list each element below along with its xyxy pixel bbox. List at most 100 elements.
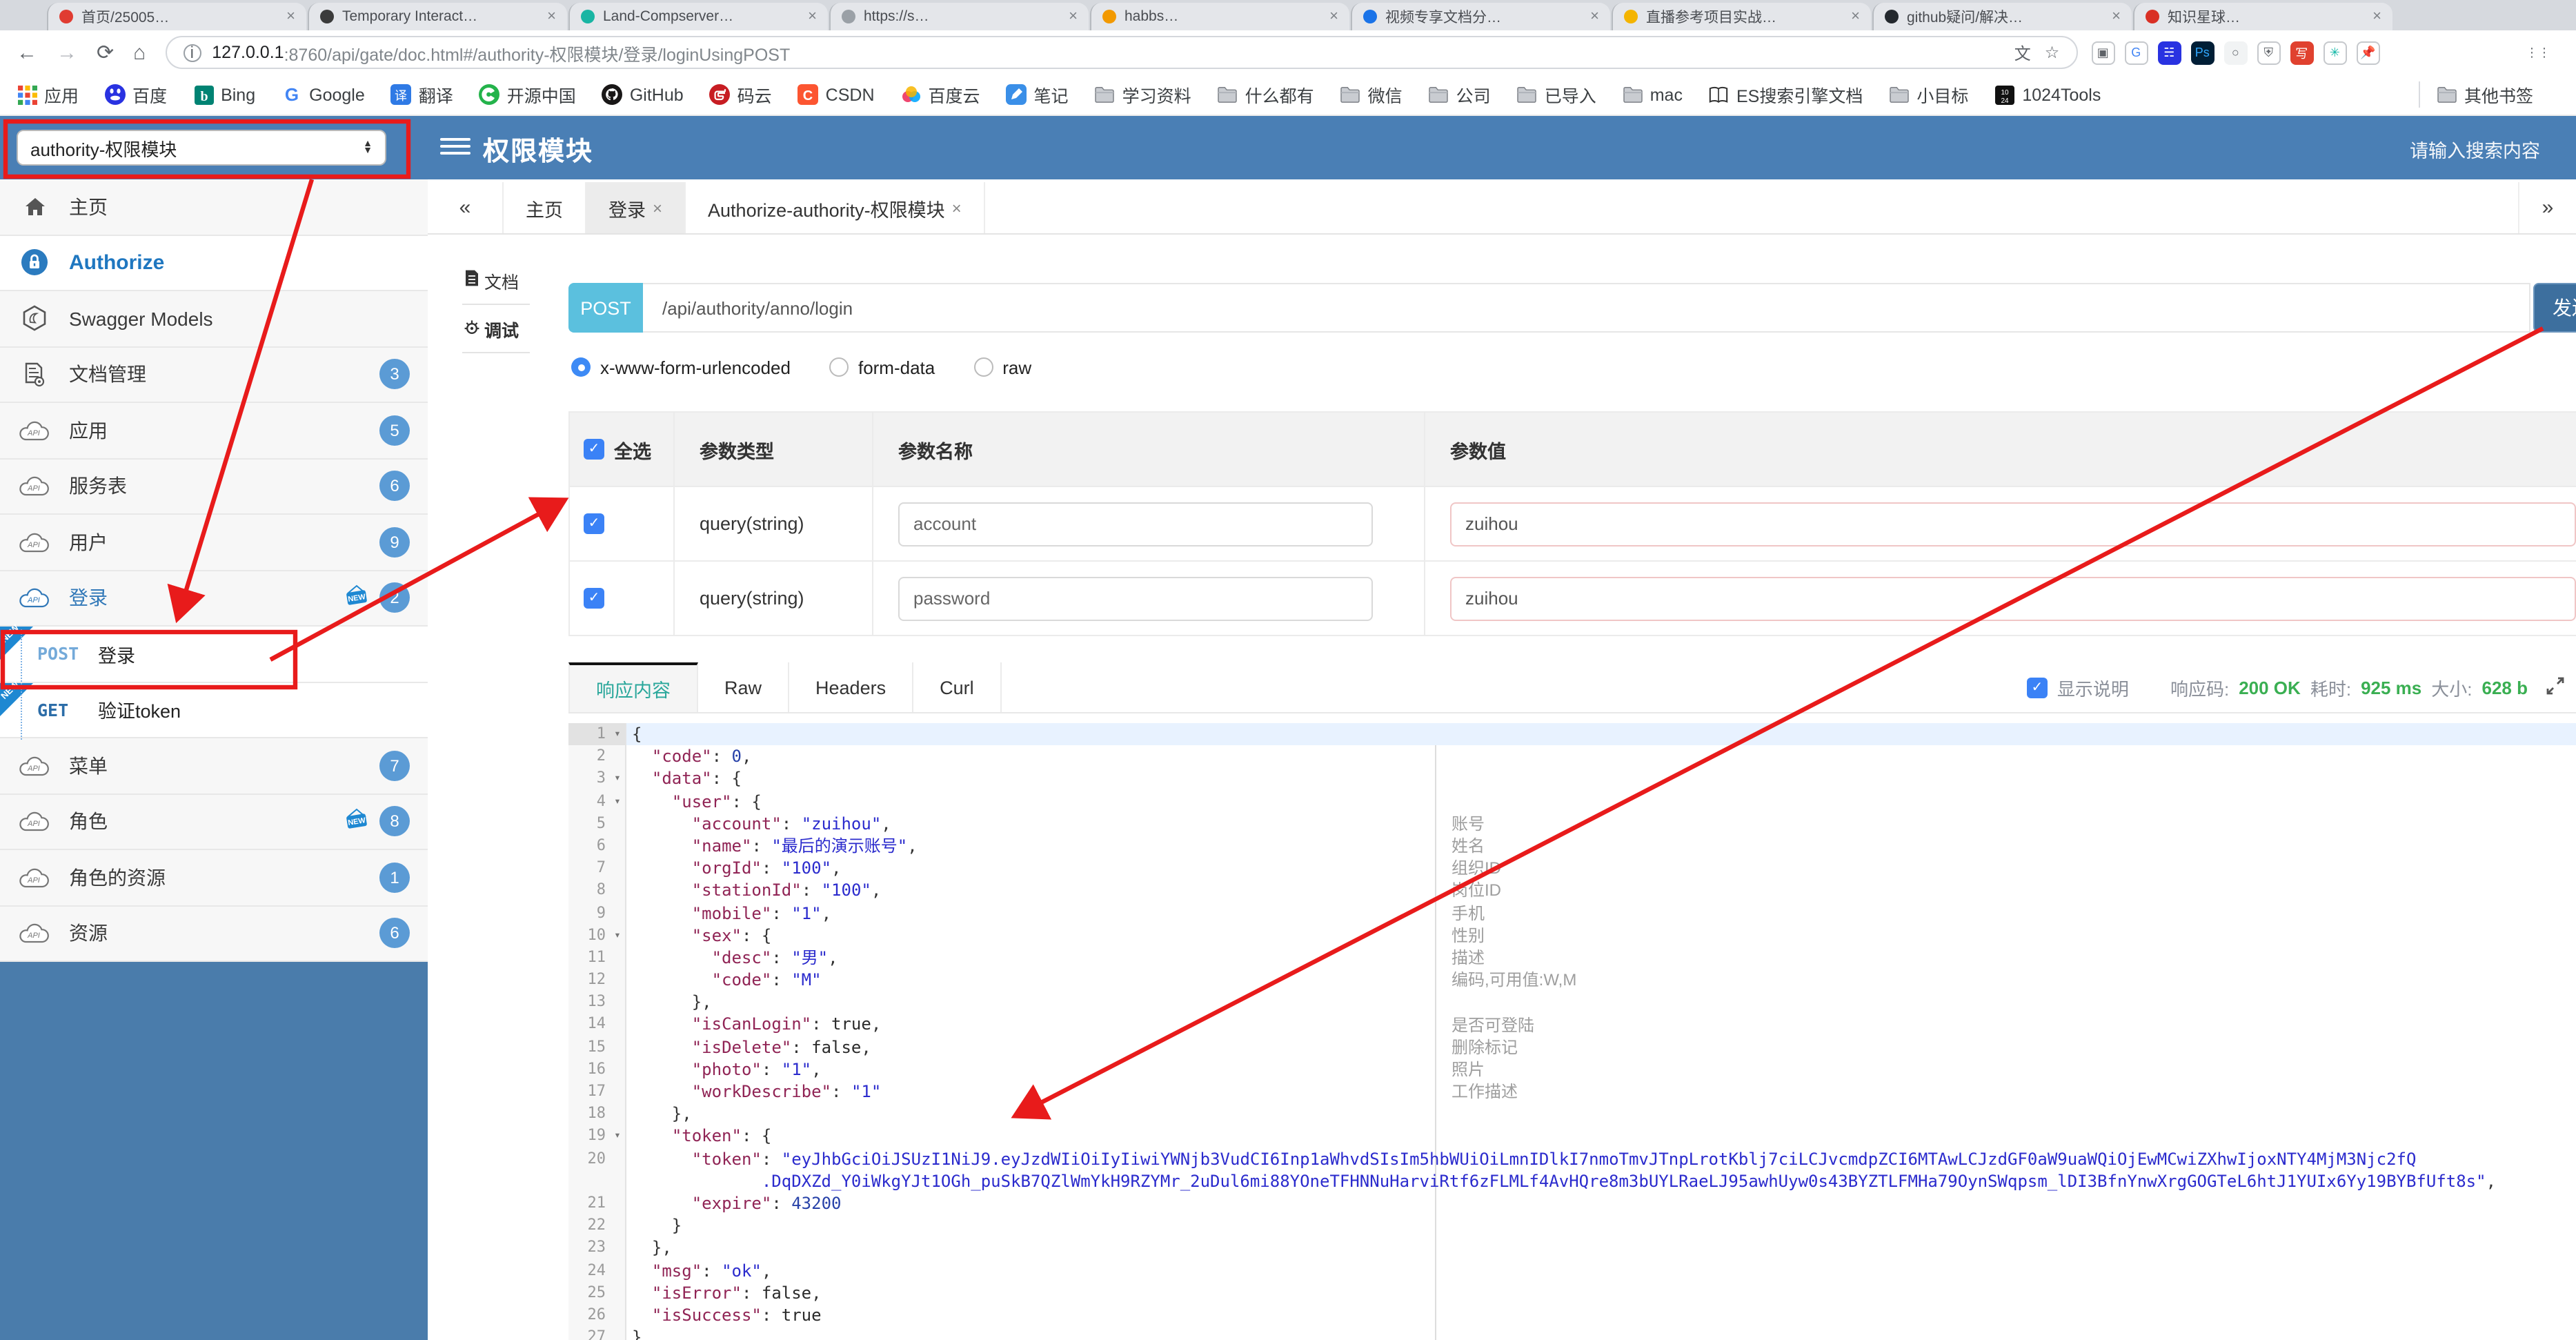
request-path-input[interactable]: /api/authority/anno/login <box>643 283 2530 333</box>
content-tab[interactable]: Authorize-authority-权限模块 × <box>686 182 985 233</box>
browser-tab[interactable]: github疑问/解决… × <box>1872 3 2132 30</box>
param-name-input[interactable] <box>898 502 1373 546</box>
bookmark-item[interactable]: 公司 <box>1429 81 1491 108</box>
fold-toggle-icon[interactable]: ▾ <box>610 767 626 791</box>
sidebar-item-用户[interactable]: API 用户 9 <box>0 515 428 571</box>
hanzi-badge-icon[interactable]: 写 <box>2290 41 2314 64</box>
tab-close-icon[interactable]: × <box>1069 8 1078 25</box>
browser-tab[interactable]: Temporary Interact… × <box>308 3 567 30</box>
photoshop-icon[interactable]: Ps <box>2190 41 2215 64</box>
bookmark-item[interactable]: 10 24 1024Tools <box>1994 84 2101 105</box>
teal-asterisk-icon[interactable]: ✳ <box>2323 41 2347 64</box>
bookmark-star-icon[interactable]: ☆ <box>2045 43 2060 62</box>
home-icon[interactable]: ⌂ <box>133 41 146 64</box>
sidebar-item-authorize[interactable]: Authorize <box>0 235 428 291</box>
bookmark-item[interactable]: 百度 <box>105 81 167 108</box>
sidebar-item-角色的资源[interactable]: API 角色的资源 1 <box>0 850 428 906</box>
param-value-input[interactable] <box>1450 502 2576 546</box>
fold-toggle-icon[interactable]: ▾ <box>610 790 626 813</box>
radio-unchecked-icon[interactable] <box>829 357 849 377</box>
browser-tab[interactable]: habbs… × <box>1090 3 1349 30</box>
module-select[interactable]: authority-权限模块 ▲ ▼ <box>17 130 386 166</box>
apps-grid-icon[interactable]: ⋮⋮ <box>2526 41 2550 64</box>
tab-close-icon[interactable]: × <box>547 8 556 25</box>
tab-close-icon[interactable]: × <box>1329 8 1338 25</box>
sidebar-item-swagger-models[interactable]: Swagger Models <box>0 291 428 347</box>
tab-doc[interactable]: 文档 <box>462 257 530 305</box>
bookmark-item[interactable]: 开源中国 <box>479 81 576 108</box>
content-type-option[interactable]: form-data <box>829 357 935 377</box>
bookmark-item[interactable]: 译翻译 <box>390 81 453 108</box>
bookmark-item[interactable]: 已导入 <box>1517 81 1596 108</box>
content-tab[interactable]: 登录 × <box>586 182 686 233</box>
bookmark-item[interactable]: 什么都有 <box>1218 81 1314 108</box>
tab-close-icon[interactable]: × <box>286 8 295 25</box>
send-button[interactable]: 发送 <box>2533 283 2576 333</box>
fullscreen-icon[interactable] <box>2546 676 2565 699</box>
bookmark-item[interactable]: 应用 <box>17 81 79 108</box>
sidebar-item-登录[interactable]: API 登录 NEW 2 <box>0 571 428 627</box>
page-info-icon[interactable]: i <box>183 43 201 61</box>
browser-tab[interactable]: 知识星球… × <box>2133 3 2392 30</box>
bookmark-item[interactable]: GitHub <box>602 84 684 105</box>
bookmark-item[interactable]: 码云 <box>709 81 772 108</box>
tab-close-icon[interactable]: × <box>653 198 662 217</box>
tab-close-icon[interactable]: × <box>808 8 817 25</box>
bookmark-item[interactable]: C CSDN <box>797 84 875 105</box>
tab-debug[interactable]: 调试 <box>462 305 530 353</box>
expand-tabs-icon[interactable]: » <box>2518 182 2576 233</box>
browser-tab[interactable]: https://s… × <box>829 3 1089 30</box>
radio-checked-icon[interactable] <box>571 357 591 377</box>
browser-tab[interactable]: 直播参考项目实战… × <box>1612 3 1871 30</box>
bookmark-item[interactable]: 微信 <box>1340 81 1403 108</box>
baidu-paw-icon[interactable]: ☵ <box>2157 41 2181 64</box>
sidebar-item-主页[interactable]: 主页 <box>0 179 428 235</box>
back-icon[interactable]: ← <box>17 41 37 64</box>
fold-toggle-icon[interactable]: ▾ <box>610 1125 626 1148</box>
translate-icon[interactable]: 文 <box>2014 41 2031 64</box>
other-bookmarks[interactable]: 其他书签 <box>2418 81 2533 108</box>
bookmark-item[interactable]: b Bing <box>193 84 255 105</box>
forward-icon[interactable]: → <box>57 41 77 64</box>
bookmark-item[interactable]: 学习资料 <box>1095 81 1191 108</box>
response-tab-curl[interactable]: Curl <box>913 662 1002 712</box>
sidebar-item-菜单[interactable]: API 菜单 7 <box>0 738 428 794</box>
response-tab-响应内容[interactable]: 响应内容 <box>568 662 698 712</box>
sidebar-item-角色[interactable]: API 角色 NEW 8 <box>0 794 428 850</box>
tab-close-icon[interactable]: × <box>1590 8 1599 25</box>
sidebar-item-应用[interactable]: API 应用 5 <box>0 403 428 459</box>
circle-icon[interactable]: ○ <box>2223 41 2248 64</box>
tab-close-icon[interactable]: × <box>2112 8 2121 25</box>
response-tab-raw[interactable]: Raw <box>698 662 790 712</box>
screenshot-icon[interactable]: ▣ <box>2091 41 2115 64</box>
browser-tab[interactable]: 视频专享文档分… × <box>1351 3 1610 30</box>
collapse-sidebar-icon[interactable]: « <box>428 182 502 233</box>
red-pin-icon[interactable]: 📌 <box>2356 41 2380 64</box>
tab-close-icon[interactable]: × <box>952 198 962 217</box>
content-type-option[interactable]: x-www-form-urlencoded <box>571 357 791 377</box>
response-tab-headers[interactable]: Headers <box>789 662 914 712</box>
google-icon[interactable]: G <box>2124 41 2148 64</box>
checkbox-checked-icon[interactable]: ✓ <box>584 439 604 460</box>
content-tab[interactable]: 主页 <box>502 182 586 233</box>
reload-icon[interactable]: ⟳ <box>97 40 114 65</box>
sidebar-endpoint-get[interactable]: NEW GET 验证token <box>0 679 428 738</box>
url-bar[interactable]: i 127.0.0.1 :8760/api/gate/doc.html#/aut… <box>165 36 2078 69</box>
fold-toggle-icon[interactable]: ▾ <box>610 723 626 746</box>
sidebar-item-文档管理[interactable]: 文档管理 3 <box>0 347 428 403</box>
checkbox-checked-icon[interactable]: ✓ <box>584 588 604 609</box>
bookmark-item[interactable]: mac <box>1623 84 1683 105</box>
bookmark-item[interactable]: 笔记 <box>1006 81 1069 108</box>
bookmark-item[interactable]: 小目标 <box>1889 81 1968 108</box>
bookmark-item[interactable]: G Google <box>281 84 365 105</box>
bookmark-item[interactable]: ES搜索引擎文档 <box>1709 81 1863 108</box>
checkbox-checked-icon[interactable]: ✓ <box>2026 677 2048 698</box>
tab-close-icon[interactable]: × <box>1851 8 1860 25</box>
radio-unchecked-icon[interactable] <box>973 357 993 377</box>
sidebar-endpoint-post[interactable]: NEW POST 登录 <box>0 623 428 682</box>
sidebar-item-资源[interactable]: API 资源 6 <box>0 906 428 962</box>
checkbox-checked-icon[interactable]: ✓ <box>584 513 604 534</box>
browser-tab[interactable]: Land-Compserver… × <box>568 3 828 30</box>
tab-close-icon[interactable]: × <box>2372 8 2381 25</box>
bookmark-item[interactable]: 百度云 <box>901 81 980 108</box>
